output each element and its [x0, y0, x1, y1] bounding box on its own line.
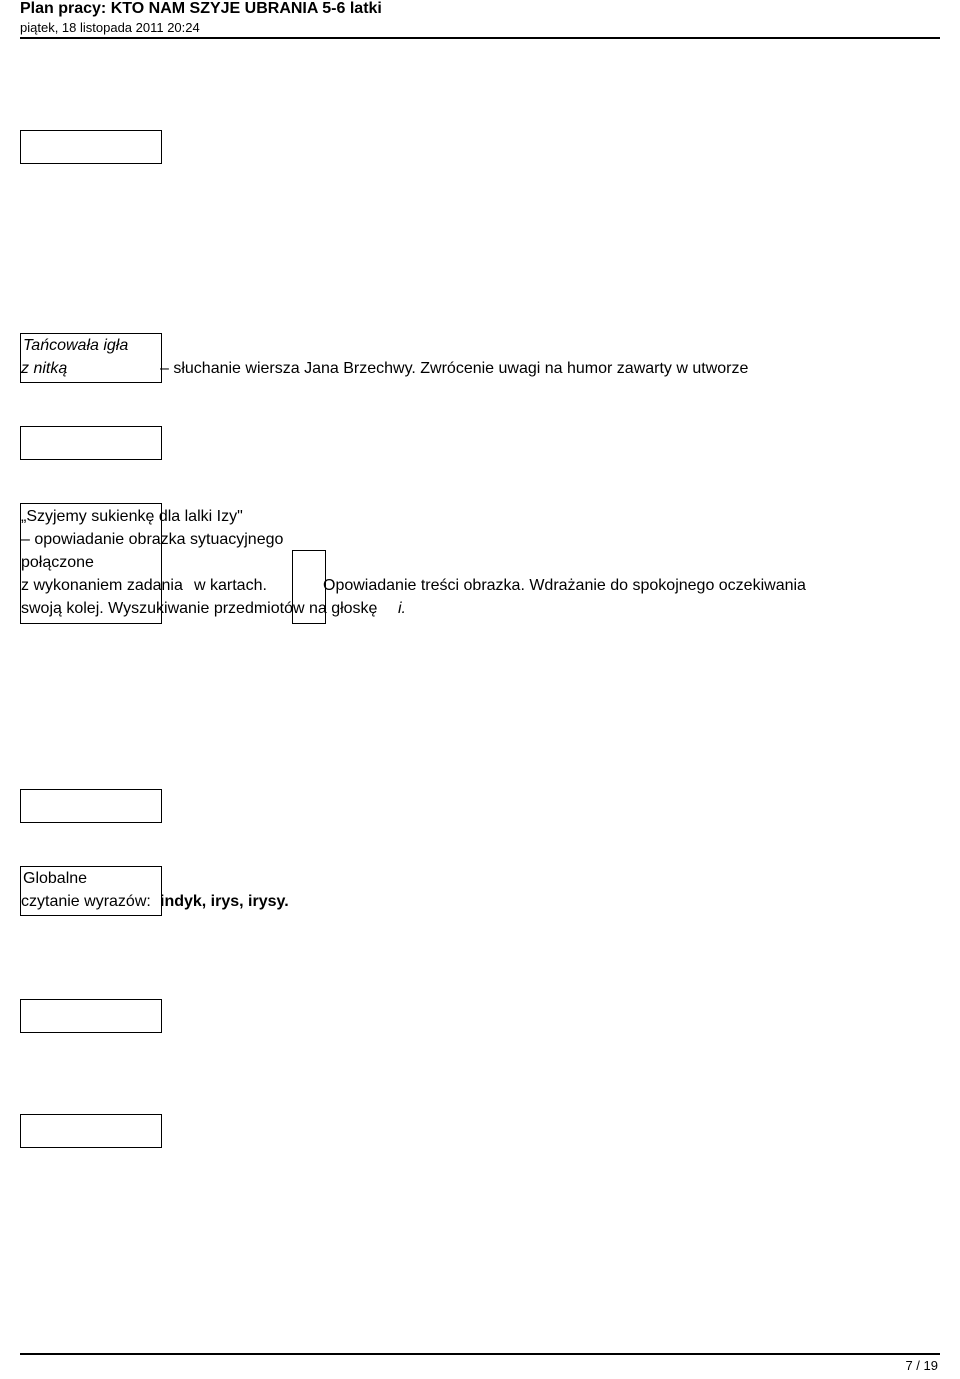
szyjemy-line1: „Szyjemy sukienkę dla lalki Izy" [21, 506, 243, 528]
szyjemy-line3: połączone [21, 552, 94, 574]
page-number: 7 / 19 [905, 1358, 938, 1373]
letter-i: i. [398, 598, 406, 620]
footer-rule [20, 1353, 940, 1355]
header-rule [20, 37, 940, 39]
opowiadanie-text: Opowiadanie treści obrazka. Wdrażanie do… [323, 575, 806, 597]
globalne-line1: Globalne [23, 868, 87, 890]
szyjemy-line4a: z wykonaniem zadania [21, 575, 183, 597]
empty-cell-5 [20, 1114, 162, 1148]
empty-cell-2 [20, 426, 162, 460]
globalne-line2a: czytanie wyrazów: [21, 891, 151, 913]
page-title: Plan pracy: KTO NAM SZYJE UBRANIA 5-6 la… [20, 0, 940, 18]
sluchanie-text: – słuchanie wiersza Jana Brzechwy. Zwróc… [160, 358, 748, 380]
szyjemy-line4b: w kartach. [194, 575, 267, 597]
szyjemy-line2: – opowiadanie obrazka sytuacyjnego [21, 529, 283, 551]
tancowala-line1: Tańcowała igła [23, 335, 128, 357]
empty-cell-1 [20, 130, 162, 164]
globalne-line2b: indyk, irys, irysy. [160, 891, 289, 913]
empty-cell-4 [20, 999, 162, 1033]
tancowala-line2-italic: z nitką [21, 360, 67, 377]
tancowala-line2: z nitką [21, 358, 67, 380]
swoja-kolej-text: swoją kolej. Wyszukiwanie przedmiotów na… [21, 598, 377, 620]
empty-cell-3 [20, 789, 162, 823]
page-date: piątek, 18 listopada 2011 20:24 [20, 20, 940, 35]
